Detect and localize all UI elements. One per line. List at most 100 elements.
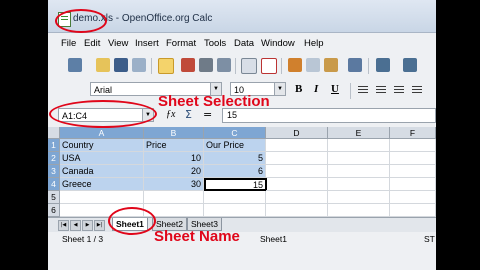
spreadsheet-grid: A B C D E F 1 2 3 4 5 6 Country Price Ou…: [48, 127, 436, 217]
last-sheet-icon[interactable]: ▶|: [94, 220, 105, 231]
cell-d1[interactable]: [266, 139, 328, 152]
status-bar: Sheet 1 / 3 Sheet1 ST: [48, 232, 436, 246]
cell-a2[interactable]: USA: [60, 152, 144, 165]
export-pdf-icon[interactable]: [181, 58, 195, 72]
cell-f2[interactable]: [390, 152, 436, 165]
menu-edit[interactable]: Edit: [84, 38, 100, 49]
cell-d3[interactable]: [266, 165, 328, 178]
cell-e5[interactable]: [328, 191, 390, 204]
status-selection-mode[interactable]: ST: [424, 232, 435, 246]
print-icon[interactable]: [199, 58, 213, 72]
column-header-a[interactable]: A: [60, 127, 144, 139]
row-header-3[interactable]: 3: [48, 165, 60, 178]
cell-e4[interactable]: [328, 178, 390, 191]
cut-icon[interactable]: [288, 58, 302, 72]
row-header-1[interactable]: 1: [48, 139, 60, 152]
menu-help[interactable]: Help: [304, 38, 324, 49]
menu-view[interactable]: View: [108, 38, 128, 49]
menu-window[interactable]: Window: [261, 38, 295, 49]
cell-c6[interactable]: [204, 204, 266, 217]
column-header-d[interactable]: D: [266, 127, 328, 139]
cell-b1[interactable]: Price: [144, 139, 204, 152]
menu-tools[interactable]: Tools: [204, 38, 226, 49]
row-header-2[interactable]: 2: [48, 152, 60, 165]
cell-e2[interactable]: [328, 152, 390, 165]
font-name-value: Arial: [94, 85, 113, 95]
menu-data[interactable]: Data: [234, 38, 254, 49]
page-preview-icon[interactable]: [217, 58, 231, 72]
cell-b4[interactable]: 30: [144, 178, 204, 191]
cell-f1[interactable]: [390, 139, 436, 152]
bold-button[interactable]: B: [295, 83, 302, 95]
next-sheet-icon[interactable]: ▶: [82, 220, 93, 231]
menu-insert[interactable]: Insert: [135, 38, 159, 49]
clone-formatting-icon[interactable]: [348, 58, 362, 72]
cell-c1[interactable]: Our Price: [204, 139, 266, 152]
align-right-icon[interactable]: [394, 86, 404, 94]
toolbar-separator: [350, 83, 351, 99]
toolbar-separator: [368, 58, 369, 74]
cell-d6[interactable]: [266, 204, 328, 217]
cell-a4[interactable]: Greece: [60, 178, 144, 191]
copy-icon[interactable]: [306, 58, 320, 72]
italic-button[interactable]: I: [314, 83, 318, 95]
cell-e3[interactable]: [328, 165, 390, 178]
cell-b3[interactable]: 20: [144, 165, 204, 178]
row-header-4[interactable]: 4: [48, 178, 60, 191]
cell-c5[interactable]: [204, 191, 266, 204]
column-header-c[interactable]: C: [204, 127, 266, 139]
cell-a5[interactable]: [60, 191, 144, 204]
column-header-b[interactable]: B: [144, 127, 204, 139]
status-page: Sheet 1 / 3: [62, 234, 104, 244]
chevron-down-icon[interactable]: ▼: [274, 83, 285, 95]
toolbar-separator: [281, 58, 282, 74]
cell-d5[interactable]: [266, 191, 328, 204]
formula-input[interactable]: 15: [222, 108, 436, 123]
edit-file-icon[interactable]: [158, 58, 174, 74]
row-header-6[interactable]: 6: [48, 204, 60, 217]
column-header-e[interactable]: E: [328, 127, 390, 139]
first-sheet-icon[interactable]: |◀: [58, 220, 69, 231]
cell-f3[interactable]: [390, 165, 436, 178]
cell-b5[interactable]: [144, 191, 204, 204]
menu-file[interactable]: File: [61, 38, 76, 49]
redo-icon[interactable]: [403, 58, 417, 72]
toolbar-separator: [235, 58, 236, 74]
align-center-icon[interactable]: [376, 86, 386, 94]
cell-d2[interactable]: [266, 152, 328, 165]
spellcheck-icon[interactable]: [241, 58, 257, 74]
email-icon[interactable]: [132, 58, 146, 72]
function-wizard-button[interactable]: ƒx: [166, 109, 175, 120]
cell-a3[interactable]: Canada: [60, 165, 144, 178]
column-header-f[interactable]: F: [390, 127, 436, 139]
cell-e6[interactable]: [328, 204, 390, 217]
cell-e1[interactable]: [328, 139, 390, 152]
new-document-icon[interactable]: [68, 58, 82, 72]
open-folder-icon[interactable]: [96, 58, 110, 72]
cell-c4[interactable]: 15: [204, 178, 267, 191]
select-all-corner[interactable]: [48, 127, 60, 139]
cell-c3[interactable]: 6: [204, 165, 266, 178]
cell-f6[interactable]: [390, 204, 436, 217]
menu-format[interactable]: Format: [166, 38, 196, 49]
calc-window: demo.xls - OpenOffice.org Calc File Edit…: [48, 0, 436, 270]
cell-a1[interactable]: Country: [60, 139, 144, 152]
cell-d4[interactable]: [266, 178, 328, 191]
title-highlight-oval: [55, 9, 107, 33]
paste-icon[interactable]: [324, 58, 338, 72]
cell-b2[interactable]: 10: [144, 152, 204, 165]
title-bar: demo.xls - OpenOffice.org Calc: [48, 0, 436, 33]
menu-bar: File Edit View Insert Format Tools Data …: [48, 36, 436, 52]
underline-button[interactable]: U: [331, 83, 339, 95]
cell-f4[interactable]: [390, 178, 436, 191]
cell-c2[interactable]: 5: [204, 152, 266, 165]
autospellcheck-icon[interactable]: [261, 58, 277, 74]
cell-f5[interactable]: [390, 191, 436, 204]
previous-sheet-icon[interactable]: ◀: [70, 220, 81, 231]
save-icon[interactable]: [114, 58, 128, 72]
align-left-icon[interactable]: [358, 86, 368, 94]
row-header-5[interactable]: 5: [48, 191, 60, 204]
justify-icon[interactable]: [412, 86, 422, 94]
undo-icon[interactable]: [376, 58, 390, 72]
sheet-tab-bar: |◀ ◀ ▶ ▶| Sheet1 Sheet2 Sheet3: [48, 217, 436, 232]
